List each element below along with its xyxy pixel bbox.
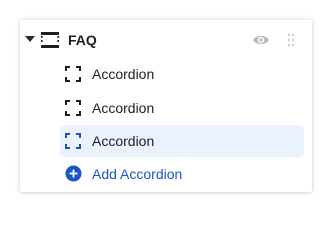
- accordion-frame-icon: [65, 133, 81, 149]
- add-accordion-label: Add Accordion: [92, 166, 183, 182]
- section-panel: FAQ Accordion Accordion Accordion Add Ac…: [20, 20, 312, 192]
- accordion-item[interactable]: Accordion: [60, 58, 304, 90]
- section-title: FAQ: [68, 32, 97, 48]
- accordion-item-selected[interactable]: Accordion: [60, 125, 304, 157]
- plus-circle-icon: [65, 165, 82, 182]
- section-frame-icon: [40, 32, 60, 48]
- collapse-caret-icon[interactable]: [25, 36, 35, 42]
- eye-icon[interactable]: [252, 32, 270, 48]
- accordion-item-label: Accordion: [92, 133, 155, 149]
- accordion-item-label: Accordion: [92, 66, 155, 82]
- section-header[interactable]: FAQ: [20, 24, 312, 56]
- add-accordion-button[interactable]: Add Accordion: [60, 158, 220, 190]
- drag-handle-icon[interactable]: [286, 33, 296, 47]
- accordion-item-label: Accordion: [92, 100, 155, 116]
- accordion-frame-icon: [65, 66, 81, 82]
- accordion-frame-icon: [65, 100, 81, 116]
- accordion-item[interactable]: Accordion: [60, 92, 304, 124]
